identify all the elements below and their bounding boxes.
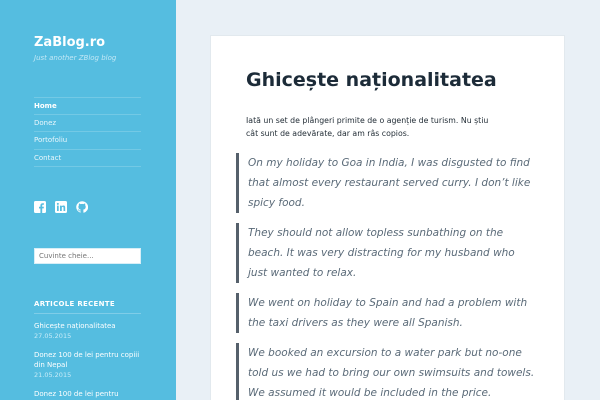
recent-post-date: 21.05.2015 <box>34 371 72 379</box>
recent-posts-list: Ghicește naționalitatea 27.05.2015 Donez… <box>34 321 141 400</box>
divider <box>34 313 141 314</box>
recent-post-title[interactable]: Ghicește naționalitatea <box>34 321 141 331</box>
main-nav: Home Donez Portofoliu Contact <box>34 97 141 167</box>
recent-post-item[interactable]: Donez 100 de lei pentru copiii din Nepal… <box>34 350 141 380</box>
recent-post-item[interactable]: Ghicește naționalitatea 27.05.2015 <box>34 321 141 341</box>
facebook-icon[interactable] <box>34 201 46 213</box>
nav-item-donez[interactable]: Donez <box>34 115 141 132</box>
blockquote: We went on holiday to Spain and had a pr… <box>236 293 536 333</box>
nav-item-contact[interactable]: Contact <box>34 150 141 167</box>
site-title[interactable]: ZaBlog.ro <box>34 35 105 50</box>
nav-item-portofoliu[interactable]: Portofoliu <box>34 132 141 150</box>
post-intro: Iată un set de plângeri primite de o age… <box>246 116 489 138</box>
blockquote: We booked an excursion to a water park b… <box>236 343 536 400</box>
linkedin-icon[interactable] <box>55 201 67 213</box>
recent-post-item[interactable]: Donez 100 de lei pentru <box>34 389 141 399</box>
recent-post-date: 27.05.2015 <box>34 332 72 340</box>
blockquote: They should not allow topless sunbathing… <box>236 223 536 283</box>
recent-posts-heading: ARTICOLE RECENTE <box>34 300 115 308</box>
recent-post-title[interactable]: Donez 100 de lei pentru <box>34 389 141 399</box>
social-links <box>34 201 88 213</box>
recent-post-title[interactable]: Donez 100 de lei pentru copiii din Nepal <box>34 350 141 370</box>
site-tagline: Just another ZBlog blog <box>34 54 117 62</box>
nav-item-home[interactable]: Home <box>34 97 141 115</box>
post-content: Ghicește naționalitatea Iată un set de p… <box>210 35 565 400</box>
github-icon[interactable] <box>76 201 88 213</box>
post-title: Ghicește naționalitatea <box>246 69 497 91</box>
sidebar: ZaBlog.ro Just another ZBlog blog Home D… <box>0 0 176 400</box>
search-input[interactable] <box>34 248 141 264</box>
blockquote: On my holiday to Goa in India, I was dis… <box>236 153 536 213</box>
